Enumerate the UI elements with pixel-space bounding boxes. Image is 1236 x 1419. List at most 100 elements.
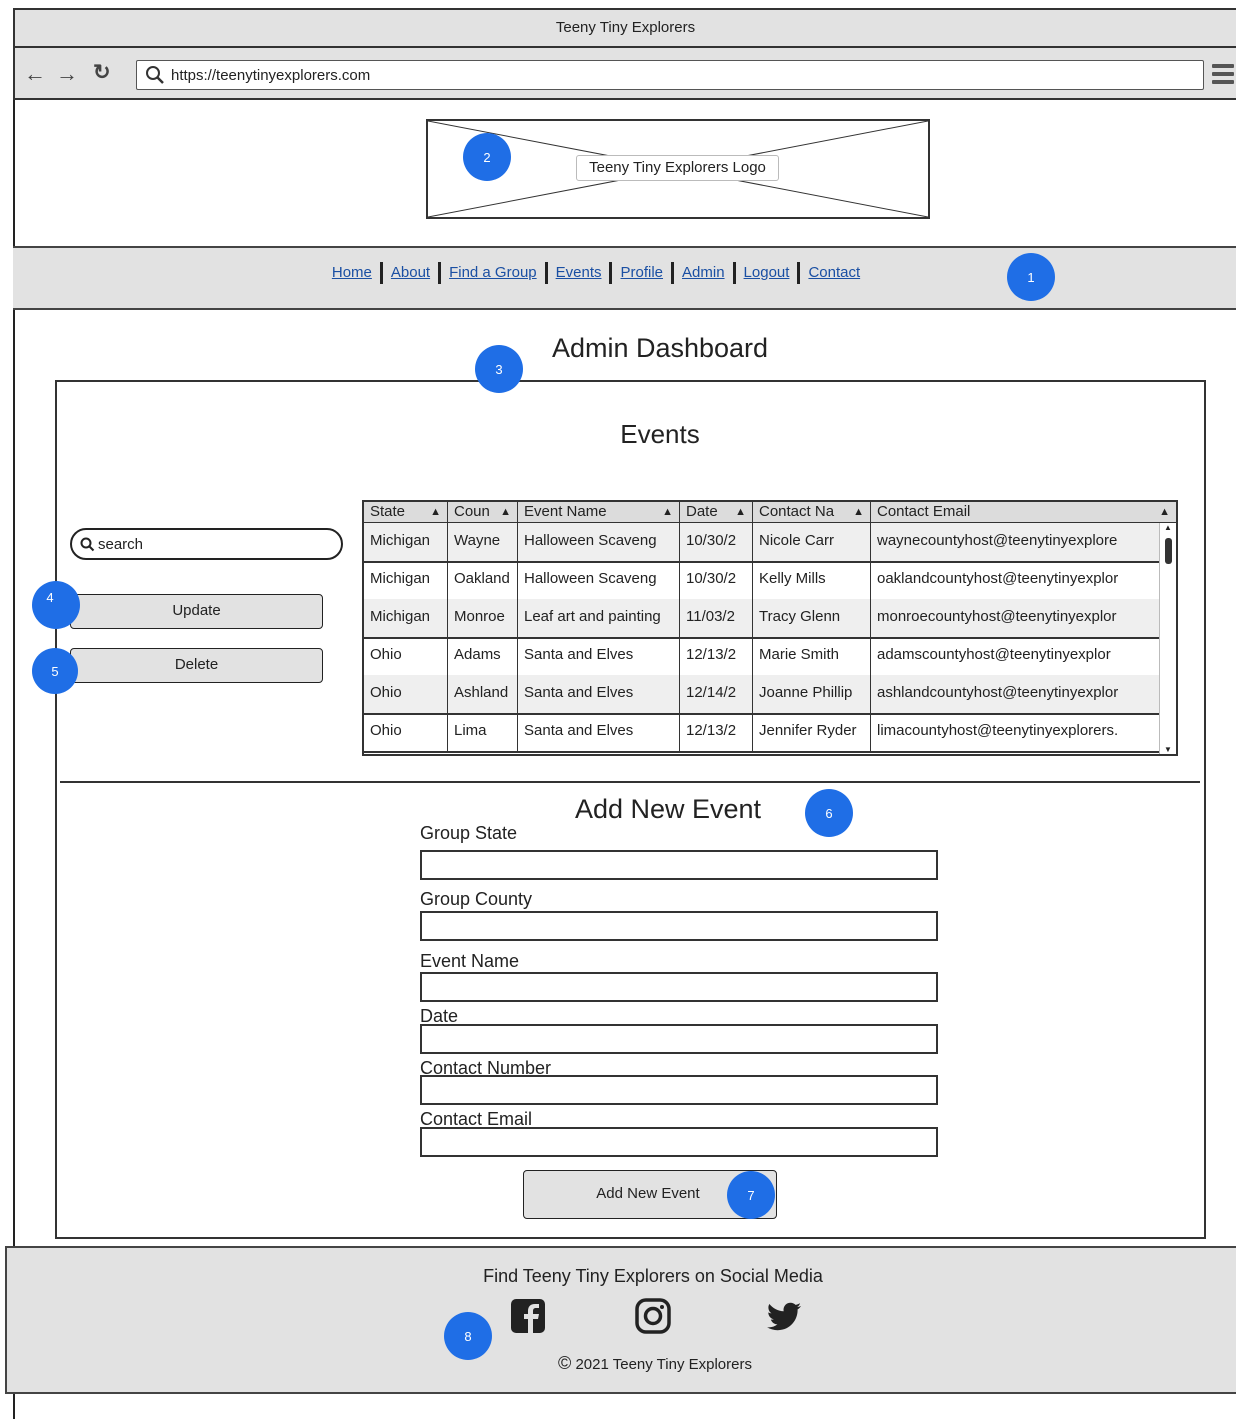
nav-logout[interactable]: Logout <box>736 264 798 281</box>
table-header: State ▲︎ Coun ▲︎ Event Name ▲︎ Date ▲︎ Conta… <box>364 502 1176 523</box>
events-table: State ▲︎ Coun ▲︎ Event Name ▲︎ Date ▲︎ Conta… <box>362 500 1178 756</box>
label-event-name: Event Name <box>420 951 520 971</box>
table-cell: Santa and Elves <box>518 713 680 751</box>
nav-about[interactable]: About <box>383 264 438 281</box>
table-row[interactable]: Michigan Monroe Leaf art and painting 11/03… <box>364 599 1159 639</box>
table-cell: 10/30/2 <box>680 523 753 561</box>
group-state-field[interactable] <box>420 850 938 880</box>
table-cell: Adams <box>448 637 518 675</box>
table-cell: waynecountyhost@teenytinyexplore <box>877 532 1118 549</box>
nav-find-a-group[interactable]: Find a Group <box>441 264 545 281</box>
page-title: Admin Dashboard <box>551 333 769 363</box>
scroll-up-icon[interactable]: ▲ <box>1164 523 1172 532</box>
window-title: Teeny Tiny Explorers <box>13 8 1236 48</box>
table-cell: Ohio <box>364 675 448 713</box>
table-cell: Kelly Mills <box>753 561 871 599</box>
table-scrollbar[interactable]: ▲ ▼ <box>1159 523 1176 754</box>
table-row[interactable]: Michigan Oakland Halloween Scaveng 10/30/2 K… <box>364 561 1159 601</box>
table-cell: Halloween Scaveng <box>518 523 680 561</box>
table-cell: Leaf art and painting <box>518 599 680 637</box>
menu-icon[interactable] <box>1212 64 1234 84</box>
table-row[interactable]: Ohio Ashland Santa and Elves 12/14/2 Joanne … <box>364 675 1159 715</box>
column-header-event-name[interactable]: Event Name ▲︎ <box>518 502 680 522</box>
contact-email-field[interactable] <box>420 1127 938 1157</box>
annotation-badge-2: 2 <box>463 133 511 181</box>
event-name-field[interactable] <box>420 972 938 1002</box>
column-header-contact-name[interactable]: Contact Na ▲︎ <box>753 502 871 522</box>
contact-number-field[interactable] <box>420 1075 938 1105</box>
scroll-thumb[interactable] <box>1165 538 1172 564</box>
reload-icon[interactable]: ↻ <box>93 62 111 84</box>
twitter-icon[interactable] <box>764 1297 804 1337</box>
table-cell: 12/13/2 <box>680 713 753 751</box>
nav-admin[interactable]: Admin <box>674 264 733 281</box>
nav-contact[interactable]: Contact <box>800 264 868 281</box>
column-header-date[interactable]: Date ▲︎ <box>680 502 753 522</box>
table-cell: limacountyhost@teenytinyexplorers. <box>877 722 1119 739</box>
annotation-badge-8: 8 <box>444 1312 492 1360</box>
update-button[interactable]: Update <box>70 594 323 629</box>
table-cell: Halloween Scaveng <box>518 561 680 599</box>
table-cell: Jennifer Ryder <box>753 713 871 751</box>
sort-icon: ▲︎ <box>662 506 673 518</box>
table-row-partial <box>364 751 1159 754</box>
instagram-icon[interactable] <box>634 1297 674 1337</box>
table-row[interactable]: Ohio Lima Santa and Elves 12/13/2 Jennifer R… <box>364 713 1159 753</box>
nav-home[interactable]: Home <box>324 264 380 281</box>
search-placeholder: search <box>98 536 144 553</box>
back-arrow-icon[interactable]: ← <box>24 63 46 85</box>
section-divider <box>60 781 1200 783</box>
table-cell: oaklandcountyhost@teenytinyexplor <box>877 570 1119 587</box>
forward-arrow-icon[interactable]: → <box>56 63 78 85</box>
column-header-contact-email[interactable]: Contact Email ▲︎ <box>871 502 1176 522</box>
table-cell: Michigan <box>364 599 448 637</box>
date-field[interactable] <box>420 1024 938 1054</box>
table-cell: Oakland <box>448 561 518 599</box>
search-icon <box>80 537 95 552</box>
annotation-badge-1: 1 <box>1007 253 1055 301</box>
table-cell: 12/14/2 <box>680 675 753 713</box>
url-bar[interactable]: https://teenytinyexplorers.com <box>136 60 1204 90</box>
url-text: https://teenytinyexplorers.com <box>171 67 371 84</box>
annotation-badge-7: 7 <box>727 1171 775 1219</box>
search-input[interactable]: search <box>70 528 343 560</box>
group-county-field[interactable] <box>420 911 938 941</box>
table-cell: ashlandcountyhost@teenytinyexplor <box>877 684 1119 701</box>
table-cell: Santa and Elves <box>518 637 680 675</box>
sort-icon: ▲︎ <box>500 506 511 518</box>
annotation-badge-5: 5 <box>32 648 78 694</box>
scroll-down-icon[interactable]: ▼ <box>1164 745 1172 754</box>
table-cell: Nicole Carr <box>753 523 871 561</box>
table-cell: Ohio <box>364 637 448 675</box>
table-row[interactable]: Ohio Adams Santa and Elves 12/13/2 Marie Smi… <box>364 637 1159 677</box>
facebook-icon[interactable] <box>509 1297 549 1337</box>
column-header-county[interactable]: Coun ▲︎ <box>448 502 518 522</box>
table-cell: Ashland <box>448 675 518 713</box>
delete-button[interactable]: Delete <box>70 648 323 683</box>
nav-events[interactable]: Events <box>548 264 610 281</box>
table-cell: 10/30/2 <box>680 561 753 599</box>
form-title: Add New Event <box>574 794 762 824</box>
table-cell: monroecountyhost@teenytinyexplor <box>877 608 1117 625</box>
table-cell: Michigan <box>364 561 448 599</box>
table-cell: Marie Smith <box>753 637 871 675</box>
nav-profile[interactable]: Profile <box>612 264 671 281</box>
copyright-icon: © <box>558 1353 572 1373</box>
table-row[interactable]: Michigan Wayne Halloween Scaveng 10/30/2 Nic… <box>364 523 1159 563</box>
annotation-badge-6: 6 <box>805 789 853 837</box>
table-cell: Michigan <box>364 523 448 561</box>
column-header-state[interactable]: State ▲︎ <box>364 502 448 522</box>
annotation-badge-4: 4 <box>32 581 80 629</box>
events-title: Events <box>620 419 700 449</box>
table-cell: adamscountyhost@teenytinyexplor <box>877 646 1111 663</box>
table-cell: 12/13/2 <box>680 637 753 675</box>
copyright: © 2021 Teeny Tiny Explorers <box>0 1353 1236 1374</box>
table-cell: 11/03/2 <box>680 599 753 637</box>
table-cell: Wayne <box>448 523 518 561</box>
search-icon <box>146 66 164 84</box>
table-cell: Tracy Glenn <box>753 599 871 637</box>
sort-icon: ▲︎ <box>1159 506 1170 518</box>
sort-icon: ▲︎ <box>853 506 864 518</box>
table-cell: Joanne Phillip <box>753 675 871 713</box>
table-cell: Ohio <box>364 713 448 751</box>
